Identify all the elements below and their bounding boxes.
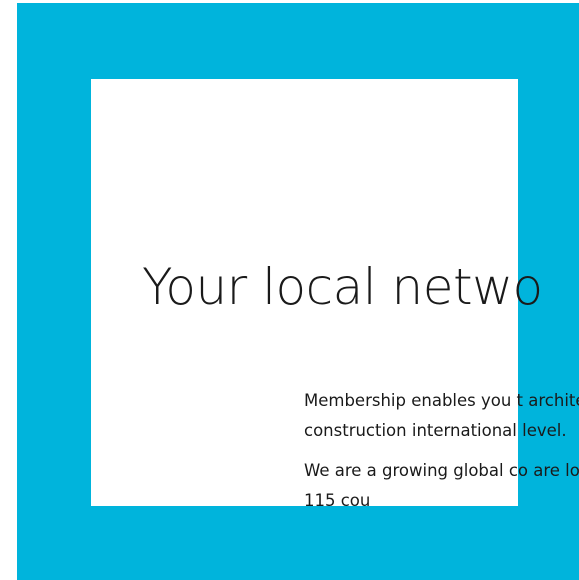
body-text: Membership enables you t architects and … [304,386,579,526]
page: Your local netwo Membership enables you … [0,0,579,580]
hero-title: Your local netwo [142,258,543,316]
paragraph-global: We are a growing global co are located i… [304,461,579,510]
paragraph-membership: Membership enables you t architects and … [304,391,579,440]
